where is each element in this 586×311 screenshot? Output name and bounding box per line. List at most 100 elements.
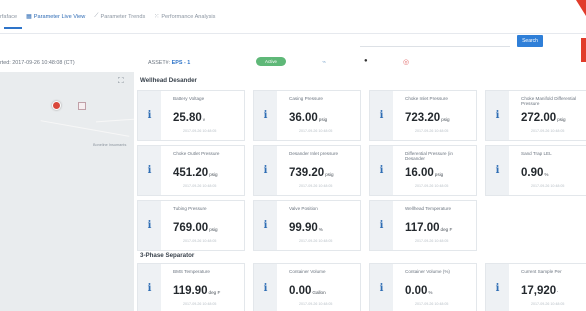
last-updated-text: rted: 2017-09-26 10:48:08 (CT) xyxy=(0,60,75,66)
value-number: 451.20 xyxy=(173,167,209,179)
parameter-timestamp: 2017-09-26 10:48:05 xyxy=(183,184,217,188)
tab-list: rfaface ▦ Parameter Live View ⟋ Parameter … xyxy=(0,13,215,20)
value-unit: psig xyxy=(325,172,334,177)
parameter-value: 16.00psig xyxy=(405,167,443,179)
tab-label: Performance Analysis xyxy=(161,13,216,20)
parameter-timestamp: 2017-09-26 10:48:05 xyxy=(183,239,217,243)
chart-icon[interactable]: ⌁ xyxy=(322,58,326,66)
info-icon[interactable]: i xyxy=(254,91,277,140)
value-unit: ' xyxy=(557,290,559,295)
parameter-card[interactable]: i Current Sample Per 17,920' 2017-09-26 10:… xyxy=(485,263,586,311)
parameter-timestamp: 2017-09-26 10:48:05 xyxy=(531,302,565,306)
parameter-value: 0.00Gallon xyxy=(289,285,326,297)
parameter-card[interactable]: i BMS Temperature 119.90deg F 2017-09-26 10… xyxy=(137,263,245,311)
value-unit: % xyxy=(428,290,433,295)
map-panel[interactable]: ⛶ Boneline Insumants xyxy=(0,72,134,311)
status-badge: Active xyxy=(256,57,286,66)
parameter-label: Tubing Pressure xyxy=(173,206,207,211)
tab-label: Parameter Live View xyxy=(33,13,86,20)
parameter-card[interactable]: i Wellhead Temperature 117.00deg F 2017-09-… xyxy=(369,200,477,251)
info-icon[interactable]: i xyxy=(138,264,161,311)
map-road xyxy=(96,118,134,123)
value-number: 16.00 xyxy=(405,167,434,179)
expand-icon[interactable]: ⛶ xyxy=(118,76,124,86)
tab-performance-analysis[interactable]: ⁙ Performance Analysis xyxy=(154,13,216,21)
value-number: 25.80 xyxy=(173,112,202,124)
parameter-label: BMS Temperature xyxy=(173,269,210,274)
parameter-card[interactable]: i Tubing Pressure 769.00psig 2017-09-26 10:… xyxy=(137,200,245,251)
value-unit: Gallon xyxy=(312,290,326,295)
parameter-card[interactable]: i Casing Pressure 36.00psig 2017-09-26 10:4… xyxy=(253,90,361,141)
grid-icon: ▦ xyxy=(26,14,32,20)
parameter-timestamp: 2017-09-26 10:48:05 xyxy=(299,239,333,243)
value-number: 0.00 xyxy=(289,285,312,297)
search-button[interactable]: Search xyxy=(517,35,543,47)
parameter-value: 17,920' xyxy=(521,285,558,297)
info-icon[interactable]: i xyxy=(254,264,277,311)
parameter-card[interactable]: i Container Volume (%) 0.00% 2017-09-26 10:… xyxy=(369,263,477,311)
tab-bar: rfaface ▦ Parameter Live View ⟋ Parameter … xyxy=(0,0,586,34)
facility-marker-icon[interactable] xyxy=(78,102,86,110)
parameter-label: Choke Outlet Pressure xyxy=(173,151,220,156)
well-marker-icon[interactable] xyxy=(52,101,61,110)
parameter-value: 769.00psig xyxy=(173,222,218,234)
info-icon[interactable]: i xyxy=(370,201,393,250)
tab-label: rfaface xyxy=(0,13,18,20)
parameter-timestamp: 2017-09-26 10:48:05 xyxy=(415,184,449,188)
parameter-card[interactable]: i Container Volume 0.00Gallon 2017-09-26 10… xyxy=(253,263,361,311)
section-title-3-phase-separator: 3-Phase Separator xyxy=(140,252,195,259)
target-icon[interactable]: ◎ xyxy=(403,58,409,66)
info-icon[interactable]: i xyxy=(138,146,161,195)
parameter-card[interactable]: i Valve Position 99.90% 2017-09-26 10:48:05 xyxy=(253,200,361,251)
info-icon[interactable]: i xyxy=(370,91,393,140)
info-icon[interactable]: i xyxy=(254,201,277,250)
info-icon[interactable]: i xyxy=(486,91,509,140)
parameter-label: Choke Inlet Pressure xyxy=(405,96,448,101)
search-input[interactable] xyxy=(360,34,510,47)
value-number: 0.00 xyxy=(405,285,428,297)
value-unit: deg F xyxy=(440,227,453,232)
info-icon[interactable]: i xyxy=(254,146,277,195)
parameter-label: Current Sample Per xyxy=(521,269,562,274)
tab-interface[interactable]: rfaface xyxy=(0,14,17,20)
info-icon[interactable]: i xyxy=(486,146,509,195)
asset-name[interactable]: EPS - 1 xyxy=(172,60,191,66)
parameter-card[interactable]: i Desander Inlet pressure 739.20psig 2017-0… xyxy=(253,145,361,196)
trend-icon: ⟋ xyxy=(94,13,99,19)
tab-parameter-trends[interactable]: ⟋ Parameter Trends xyxy=(94,13,145,20)
value-number: 0.90 xyxy=(521,167,544,179)
parameter-label: Valve Position xyxy=(289,206,318,211)
parameter-label: Sand Trap LEL xyxy=(521,151,552,156)
record-icon[interactable]: ● xyxy=(364,58,368,64)
parameter-card[interactable]: i Choke Outlet Pressure 451.20psig 2017-09-… xyxy=(137,145,245,196)
info-icon[interactable]: i xyxy=(138,201,161,250)
parameter-timestamp: 2017-09-26 10:48:05 xyxy=(415,302,449,306)
parameter-card[interactable]: i Battery Voltage 25.80v 2017-09-26 10:48:0… xyxy=(137,90,245,141)
map-place-label: Boneline Insumants xyxy=(93,143,127,147)
value-number: 36.00 xyxy=(289,112,318,124)
tab-parameter-live-view[interactable]: ▦ Parameter Live View xyxy=(26,13,86,21)
value-number: 119.90 xyxy=(173,285,208,297)
info-icon[interactable]: i xyxy=(370,264,393,311)
value-number: 769.00 xyxy=(173,222,209,234)
value-unit: deg F xyxy=(208,290,221,295)
parameter-label: Desander Inlet pressure xyxy=(289,151,339,156)
parameter-value: 36.00psig xyxy=(289,112,327,124)
parameter-timestamp: 2017-09-26 10:48:05 xyxy=(183,129,217,133)
parameter-card[interactable]: i Sand Trap LEL 0.90% 2017-09-26 10:48:05 xyxy=(485,145,586,196)
info-icon[interactable]: i xyxy=(486,264,509,311)
parameter-card[interactable]: i Choke Manifold Differential Pressure 272… xyxy=(485,90,586,141)
parameter-card[interactable]: i Differential Pressure (in Desander 16.00… xyxy=(369,145,477,196)
value-number: 739.20 xyxy=(289,167,325,179)
parameter-label: Differential Pressure (in Desander xyxy=(405,151,453,162)
value-unit: psig xyxy=(209,172,218,177)
parameter-card[interactable]: i Choke Inlet Pressure 723.20psig 2017-09-2… xyxy=(369,90,477,141)
info-icon[interactable]: i xyxy=(138,91,161,140)
parameter-value: 25.80v xyxy=(173,112,205,124)
parameter-value: 119.90deg F xyxy=(173,285,220,297)
parameter-label: Casing Pressure xyxy=(289,96,323,101)
scatter-icon: ⁙ xyxy=(154,14,160,20)
active-tab-indicator xyxy=(4,27,22,29)
parameter-label: Battery Voltage xyxy=(173,96,205,101)
info-icon[interactable]: i xyxy=(370,146,393,195)
